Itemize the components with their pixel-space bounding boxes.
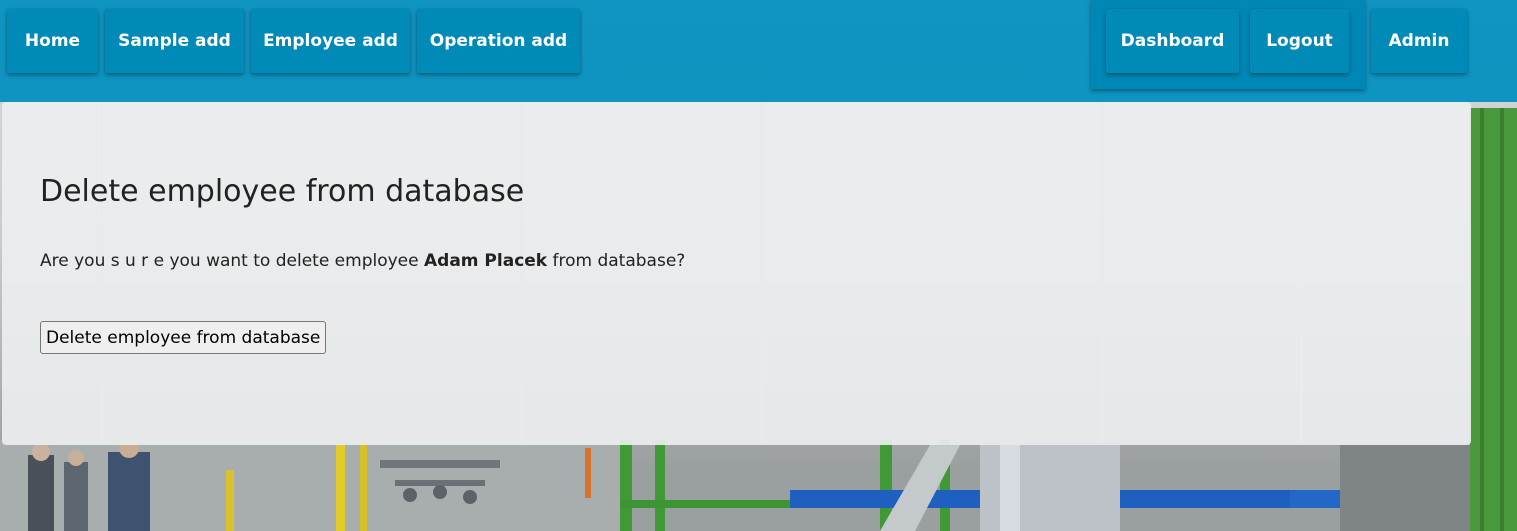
nav-dashboard-link[interactable]: Dashboard [1106,9,1239,73]
page-title: Delete employee from database [40,174,525,209]
delete-employee-button[interactable]: Delete employee from database [40,321,327,354]
nav-admin-link[interactable]: Admin [1371,9,1467,73]
confirmation-message: Are you s u r e you want to delete emplo… [40,251,685,271]
delete-confirmation-panel: Delete employee from database Are you s … [2,102,1471,445]
confirmation-prefix: Are you s u r e you want to delete emplo… [40,251,424,271]
nav-home-link[interactable]: Home [7,9,98,73]
top-navbar: Home Sample add Employee add Operation a… [0,0,1517,102]
employee-name: Adam Placek [424,251,548,271]
confirmation-suffix: from database? [547,251,686,271]
nav-logout-link[interactable]: Logout [1250,9,1349,73]
nav-employee-add-link[interactable]: Employee add [251,9,410,73]
nav-operation-add-link[interactable]: Operation add [417,9,580,73]
nav-sample-add-link[interactable]: Sample add [105,9,244,73]
